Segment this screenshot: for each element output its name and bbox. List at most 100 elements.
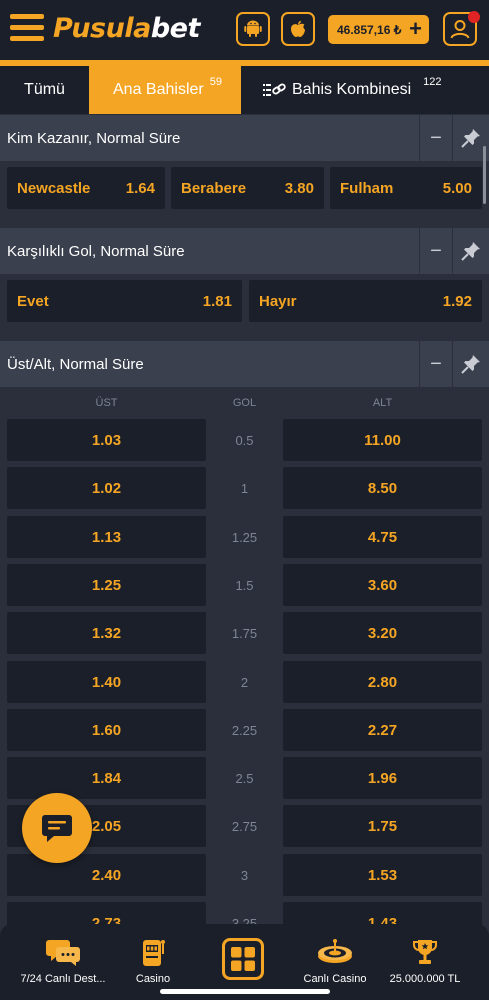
over-odd-button[interactable]: 2.40 [7, 854, 206, 896]
slot-machine-icon [143, 940, 165, 966]
goal-line: 1 [240, 480, 249, 496]
goal-line: 2 [240, 674, 249, 690]
link-icon [263, 83, 286, 96]
pin-icon [461, 242, 480, 261]
nav-label: Casino [135, 973, 171, 985]
odd-name: Berabere [181, 179, 247, 197]
under-odd-button[interactable]: 1.96 [283, 757, 482, 799]
odd-draw[interactable]: Berabere 3.80 [171, 167, 324, 209]
goal-line: 2.75 [231, 818, 258, 834]
goal-line: 2.25 [231, 722, 258, 738]
over-odd-button[interactable]: 1.03 [7, 419, 206, 461]
trophy-icon [413, 940, 437, 964]
goal-line: 1.75 [231, 625, 258, 641]
goal-line: 1.25 [231, 529, 258, 545]
roulette-icon [318, 939, 352, 963]
goal-line: 0.5 [235, 432, 254, 448]
user-icon [450, 20, 470, 39]
odd-no[interactable]: Hayır 1.92 [249, 280, 482, 322]
over-under-row: 1.60 2.25 2.27 [0, 709, 489, 751]
goal-line: 3 [240, 867, 249, 883]
over-odd-button[interactable]: 1.02 [7, 467, 206, 509]
over-odd-button[interactable]: 1.32 [7, 612, 206, 654]
market-title: Kim Kazanır, Normal Süre [7, 129, 181, 147]
over-under-row: 1.25 1.5 3.60 [0, 564, 489, 606]
under-odd-button[interactable]: 4.75 [283, 516, 482, 558]
collapse-button[interactable]: − [419, 228, 453, 274]
home-indicator [160, 989, 330, 994]
under-odd-button[interactable]: 3.60 [283, 564, 482, 606]
odd-yes[interactable]: Evet 1.81 [7, 280, 242, 322]
col-header-under: ALT [372, 397, 393, 409]
over-under-row: 1.13 1.25 4.75 [0, 516, 489, 558]
under-odd-button[interactable]: 11.00 [283, 419, 482, 461]
menu-icon[interactable] [10, 14, 44, 42]
market-tabs: Tümü Ana Bahisler 59 Bahis Kombinesi 122 [0, 66, 489, 114]
odd-name: Evet [17, 292, 49, 310]
over-odd-button[interactable]: 1.25 [7, 564, 206, 606]
under-odd-button[interactable]: 1.53 [283, 854, 482, 896]
nav-menu-grid[interactable] [222, 938, 264, 980]
over-under-row: 1.84 2.5 1.96 [0, 757, 489, 799]
market-title: Karşılıklı Gol, Normal Süre [7, 242, 185, 260]
apple-icon [291, 20, 305, 37]
odd-name: Hayır [259, 292, 297, 310]
ios-app-button[interactable] [281, 12, 315, 46]
odd-value: 3.80 [284, 179, 314, 197]
nav-label: 7/24 Canlı Dest... [20, 973, 106, 985]
grid-icon [231, 947, 255, 971]
android-icon [244, 20, 262, 37]
odd-value: 1.81 [202, 292, 232, 310]
brand-logo[interactable]: Pusulabet [53, 13, 200, 44]
odd-value: 1.92 [442, 292, 472, 310]
goal-line: 2.5 [235, 770, 254, 786]
market-title: Üst/Alt, Normal Süre [7, 355, 144, 373]
odd-name: Fulham [340, 179, 394, 197]
tab-all-label: Tümü [24, 81, 65, 98]
nav-live-support[interactable]: 7/24 Canlı Dest... [8, 924, 118, 1000]
chat-icon [42, 815, 72, 842]
scrollbar[interactable] [483, 146, 486, 204]
over-under-row: 1.02 1 8.50 [0, 467, 489, 509]
nav-label: 25.000.000 TL [389, 973, 461, 985]
pin-button[interactable] [453, 341, 489, 387]
nav-tournament[interactable]: 25.000.000 TL [380, 924, 470, 1000]
col-header-over: ÜST [95, 397, 118, 409]
tab-all[interactable]: Tümü [0, 66, 89, 114]
under-odd-button[interactable]: 2.27 [283, 709, 482, 751]
collapse-button[interactable]: − [419, 341, 453, 387]
market-header-btts[interactable]: Karşılıklı Gol, Normal Süre − [0, 228, 489, 274]
odd-name: Newcastle [17, 179, 91, 197]
pin-button[interactable] [453, 228, 489, 274]
top-header: Pusulabet 46.857,16 ₺ + [0, 0, 489, 60]
logo-part-2: bet [150, 13, 201, 44]
nav-label: Canlı Casino [303, 973, 367, 985]
over-odd-button[interactable]: 1.60 [7, 709, 206, 751]
pin-icon [461, 355, 480, 374]
odd-fulham[interactable]: Fulham 5.00 [330, 167, 482, 209]
under-odd-button[interactable]: 8.50 [283, 467, 482, 509]
over-odd-button[interactable]: 1.13 [7, 516, 206, 558]
tab-bet-combos[interactable]: Bahis Kombinesi 122 [263, 66, 489, 114]
chat-bubbles-icon [46, 940, 80, 966]
over-odd-button[interactable]: 1.40 [7, 661, 206, 703]
over-under-row: 1.32 1.75 3.20 [0, 612, 489, 654]
under-odd-button[interactable]: 2.80 [283, 661, 482, 703]
market-header-winner[interactable]: Kim Kazanır, Normal Süre − [0, 115, 489, 161]
market-header-over-under[interactable]: Üst/Alt, Normal Süre − [0, 341, 489, 387]
odd-newcastle[interactable]: Newcastle 1.64 [7, 167, 165, 209]
over-under-row: 1.03 0.5 11.00 [0, 419, 489, 461]
collapse-button[interactable]: − [419, 115, 453, 161]
over-odd-button[interactable]: 1.84 [7, 757, 206, 799]
under-odd-button[interactable]: 1.75 [283, 805, 482, 847]
android-app-button[interactable] [236, 12, 270, 46]
over-under-row: 2.40 3 1.53 [0, 854, 489, 896]
live-chat-button[interactable] [22, 793, 92, 863]
col-header-goal: GOL [232, 397, 257, 409]
under-odd-button[interactable]: 3.20 [283, 612, 482, 654]
tab-main-bets[interactable]: Ana Bahisler 59 [89, 66, 241, 114]
balance-button[interactable]: 46.857,16 ₺ + [328, 15, 429, 44]
odd-value: 1.64 [125, 179, 155, 197]
tab-main-bets-count: 59 [209, 76, 222, 88]
odd-value: 5.00 [442, 179, 472, 197]
